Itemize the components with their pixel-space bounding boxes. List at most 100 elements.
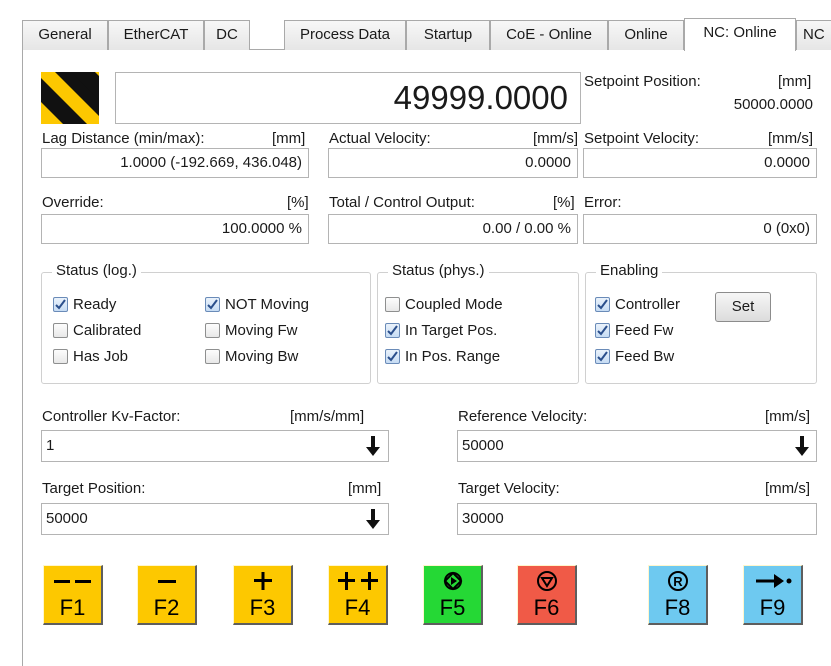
tab-coe-online[interactable]: CoE - Online bbox=[490, 20, 608, 50]
f6-label: F6 bbox=[533, 595, 560, 620]
actual-velocity-field: 0.0000 bbox=[328, 148, 578, 178]
tab-process-data[interactable]: Process Data bbox=[284, 20, 406, 50]
double-plus-icon bbox=[337, 566, 379, 596]
target-position-apply-button[interactable] bbox=[360, 504, 386, 534]
status-log-title: Status (log.) bbox=[52, 262, 141, 279]
target-position-input[interactable]: 50000 bbox=[41, 503, 389, 535]
controller-label: Controller bbox=[615, 296, 681, 313]
f4-label: F4 bbox=[344, 595, 371, 620]
coupled-mode-checkbox[interactable]: Coupled Mode bbox=[385, 296, 503, 313]
set-button[interactable]: Set bbox=[715, 292, 771, 322]
f9-move-to-target-button[interactable]: F9 bbox=[743, 565, 803, 625]
lag-distance-label: Lag Distance (min/max): bbox=[42, 130, 205, 147]
f9-label: F9 bbox=[759, 595, 786, 620]
actual-velocity-label: Actual Velocity: bbox=[329, 130, 431, 147]
f4-jog-fast-forward-button[interactable]: F4 bbox=[328, 565, 388, 625]
feed-bw-label: Feed Bw bbox=[615, 348, 675, 365]
override-field: 100.0000 % bbox=[41, 214, 309, 244]
calibrated-checkbox[interactable]: Calibrated bbox=[53, 322, 141, 339]
moving-bw-checkbox[interactable]: Moving Bw bbox=[205, 348, 298, 365]
setpoint-position-unit: [mm] bbox=[778, 73, 812, 90]
ready-label: Ready bbox=[73, 296, 117, 313]
tab-dc[interactable]: DC bbox=[204, 20, 250, 50]
not-moving-label: NOT Moving bbox=[225, 296, 309, 313]
target-position-unit: [mm] bbox=[348, 480, 382, 497]
in-target-pos-checkbox[interactable]: In Target Pos. bbox=[385, 322, 497, 339]
checkbox-icon bbox=[595, 297, 610, 312]
reset-icon: R bbox=[667, 566, 689, 596]
error-label: Error: bbox=[584, 194, 622, 211]
tab-ethercat[interactable]: EtherCAT bbox=[108, 20, 204, 50]
ready-checkbox[interactable]: Ready bbox=[53, 296, 116, 313]
controller-checkbox[interactable]: Controller bbox=[595, 296, 680, 313]
control-output-label: Total / Control Output: bbox=[329, 194, 475, 211]
has-job-checkbox[interactable]: Has Job bbox=[53, 348, 128, 365]
checkbox-icon bbox=[595, 349, 610, 364]
f2-label: F2 bbox=[153, 595, 180, 620]
f5-label: F5 bbox=[439, 595, 466, 620]
f3-label: F3 bbox=[249, 595, 276, 620]
reference-velocity-apply-button[interactable] bbox=[789, 431, 815, 461]
checkbox-icon bbox=[53, 323, 68, 338]
error-field: 0 (0x0) bbox=[583, 214, 817, 244]
feed-fw-label: Feed Fw bbox=[615, 322, 674, 339]
reference-velocity-input[interactable]: 50000 bbox=[457, 430, 817, 462]
start-icon bbox=[442, 566, 464, 596]
arrow-down-icon bbox=[795, 436, 809, 456]
setpoint-velocity-label: Setpoint Velocity: bbox=[584, 130, 700, 147]
setpoint-position-label: Setpoint Position: bbox=[584, 73, 701, 90]
svg-text:R: R bbox=[673, 574, 683, 589]
f8-reset-button[interactable]: R F8 bbox=[648, 565, 708, 625]
f6-stop-button[interactable]: F6 bbox=[517, 565, 577, 625]
arrow-right-icon bbox=[754, 566, 792, 596]
status-phys-title: Status (phys.) bbox=[388, 262, 489, 279]
moving-fw-checkbox[interactable]: Moving Fw bbox=[205, 322, 298, 339]
kv-factor-input[interactable]: 1 bbox=[41, 430, 389, 462]
checkbox-icon bbox=[385, 297, 400, 312]
feed-fw-checkbox[interactable]: Feed Fw bbox=[595, 322, 673, 339]
plus-icon bbox=[253, 566, 273, 596]
feed-bw-checkbox[interactable]: Feed Bw bbox=[595, 348, 674, 365]
f8-label: F8 bbox=[664, 595, 691, 620]
f5-start-button[interactable]: F5 bbox=[423, 565, 483, 625]
target-velocity-unit: [mm/s] bbox=[765, 480, 810, 497]
kv-factor-unit: [mm/s/mm] bbox=[290, 408, 365, 425]
tab-bar: General EtherCAT DC Process Data Startup… bbox=[22, 18, 831, 51]
f3-jog-forward-button[interactable]: F3 bbox=[233, 565, 293, 625]
in-target-pos-label: In Target Pos. bbox=[405, 322, 498, 339]
moving-fw-label: Moving Fw bbox=[225, 322, 298, 339]
checkbox-icon bbox=[205, 349, 220, 364]
checkbox-icon bbox=[53, 349, 68, 364]
nc-online-panel: 49999.0000 Setpoint Position: [mm] 50000… bbox=[22, 50, 831, 666]
checkbox-icon bbox=[205, 323, 220, 338]
target-velocity-label: Target Velocity: bbox=[458, 480, 560, 497]
tab-online[interactable]: Online bbox=[608, 20, 684, 50]
override-unit: [%] bbox=[287, 194, 309, 211]
kv-factor-apply-button[interactable] bbox=[360, 431, 386, 461]
hazard-stripe-icon bbox=[41, 72, 99, 124]
has-job-label: Has Job bbox=[73, 348, 129, 365]
reference-velocity-unit: [mm/s] bbox=[765, 408, 810, 425]
stop-icon bbox=[536, 566, 558, 596]
checkbox-icon bbox=[53, 297, 68, 312]
target-position-label: Target Position: bbox=[42, 480, 146, 497]
minus-icon bbox=[157, 566, 177, 596]
checkbox-icon bbox=[595, 323, 610, 338]
checkbox-icon bbox=[385, 323, 400, 338]
calibrated-label: Calibrated bbox=[73, 322, 142, 339]
setpoint-position-value: 50000.0000 bbox=[733, 96, 813, 113]
actual-velocity-unit: [mm/s] bbox=[533, 130, 578, 147]
tab-nc-online[interactable]: NC: Online bbox=[684, 18, 796, 51]
tab-general[interactable]: General bbox=[22, 20, 108, 50]
in-pos-range-label: In Pos. Range bbox=[405, 348, 501, 365]
target-velocity-input[interactable]: 30000 bbox=[457, 503, 817, 535]
tab-startup[interactable]: Startup bbox=[406, 20, 490, 50]
checkbox-icon bbox=[385, 349, 400, 364]
enabling-title: Enabling bbox=[596, 262, 663, 279]
tab-nc-more[interactable]: NC bbox=[796, 20, 831, 50]
arrow-down-icon bbox=[366, 509, 380, 529]
not-moving-checkbox[interactable]: NOT Moving bbox=[205, 296, 309, 313]
f1-jog-fast-backward-button[interactable]: F1 bbox=[43, 565, 103, 625]
in-pos-range-checkbox[interactable]: In Pos. Range bbox=[385, 348, 500, 365]
f2-jog-backward-button[interactable]: F2 bbox=[137, 565, 197, 625]
